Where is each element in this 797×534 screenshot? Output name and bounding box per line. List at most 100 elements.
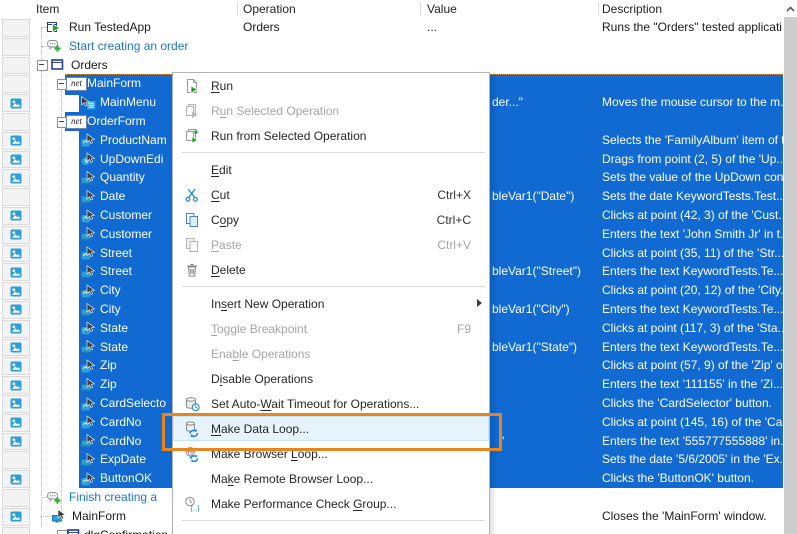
description-cell[interactable]: Enters the text KeywordTests.Te... [602,262,783,281]
value-cell[interactable]: bleVar1("Date") [492,187,574,206]
gutter-cell[interactable] [2,320,30,338]
gutter-cell[interactable] [2,414,30,432]
gutter-cell[interactable] [2,38,30,56]
column-header-description[interactable]: Description [602,0,662,18]
tree-item-cardno[interactable]: CardNo [100,432,141,451]
value-cell[interactable]: bleVar1("City") [492,300,570,319]
gutter-cell[interactable] [2,226,30,244]
gutter-cell[interactable] [2,132,30,150]
tree-item-city[interactable]: City [100,281,121,300]
description-cell[interactable]: Clicks at point (145, 16) of the 'Ca... [602,413,783,432]
description-cell[interactable]: Clicks at point (57, 9) of the 'Zip' o..… [602,356,783,375]
description-cell[interactable]: Runs the "Orders" tested applicati... [602,18,783,37]
value-cell[interactable]: bleVar1("State") [492,338,577,357]
tree-item-street[interactable]: Street [100,244,132,263]
description-cell[interactable]: Sets the value of the UpDown con... [602,168,783,187]
tree-item-orderform[interactable]: OrderForm [87,112,146,131]
tree-item-cardno[interactable]: CardNo [100,413,141,432]
column-header-operation[interactable]: Operation [243,0,296,18]
gutter-cell[interactable] [2,207,30,225]
description-cell[interactable]: Enters the text '555777555888' in... [602,432,783,451]
gutter-cell[interactable] [2,433,30,451]
description-cell[interactable]: Drags from point (2, 5) of the 'Up... [602,150,783,169]
menu-item-copy[interactable]: CopyCtrl+C [173,207,489,232]
gutter-cell[interactable] [2,263,30,281]
gutter-cell[interactable] [2,357,30,375]
expander-collapse-icon[interactable] [37,60,48,71]
column-divider[interactable] [598,2,599,16]
value-cell[interactable]: ... [427,18,437,37]
gutter-cell[interactable] [2,301,30,319]
vertical-scrollbar[interactable] [784,0,797,534]
tree-item-zip[interactable]: Zip [100,375,117,394]
gutter-cell[interactable] [2,57,30,75]
menu-item-toggle-breakpoint[interactable]: Toggle BreakpointF9 [173,316,489,341]
tree-item-state[interactable]: State [100,319,128,338]
value-cell[interactable]: bleVar1("Street") [492,262,581,281]
tree-item-customer[interactable]: Customer [100,225,152,244]
tree-item-start-creating-an-order[interactable]: Start creating an order [69,37,188,56]
menu-item-insert-new-operation[interactable]: Insert New Operation [173,291,489,316]
gutter-cell[interactable] [2,151,30,169]
gutter-cell[interactable] [2,113,30,131]
value-cell[interactable]: der..." [492,93,523,112]
description-cell[interactable]: Selects the 'FamilyAlbum' item of t... [602,131,783,150]
description-cell[interactable]: Clicks at point (35, 11) of the 'Str... [602,244,783,263]
menu-item-paste[interactable]: PasteCtrl+V [173,232,489,257]
tree-item-run-testedapp[interactable]: Run TestedApp [69,18,151,37]
description-cell[interactable]: Closes the 'MainForm' window. [602,507,783,526]
tree-item-productnam[interactable]: ProductNam [100,131,167,150]
gutter-cell[interactable] [2,245,30,263]
gutter-cell[interactable] [2,282,30,300]
description-cell[interactable]: Clicks at point (20, 12) of the 'City... [602,281,783,300]
description-cell[interactable]: Clicks the 'CardSelector' button. [602,394,783,413]
menu-item-delete[interactable]: Delete [173,257,489,282]
operation-cell[interactable]: Orders [243,18,280,37]
gutter-cell[interactable] [2,75,30,93]
gutter-cell[interactable] [2,489,30,507]
tree-item-mainform[interactable]: MainForm [87,74,141,93]
gutter-cell[interactable] [2,94,30,112]
gutter-cell[interactable] [2,376,30,394]
tree-item-quantity[interactable]: Quantity [100,168,145,187]
column-divider[interactable] [237,2,238,16]
column-header-value[interactable]: Value [427,0,457,18]
menu-item-run[interactable]: Run [173,73,489,98]
gutter-cell[interactable] [2,508,30,526]
tree-item-finish-creating-a[interactable]: Finish creating a [69,488,157,507]
description-cell[interactable]: Sets the date KeywordTests.Test... [602,187,783,206]
menu-item-make-performance-check-group[interactable]: {..}Make Performance Check Group... [173,491,489,516]
tree-item-mainform[interactable]: MainForm [72,507,126,526]
gutter-cell[interactable] [2,470,30,488]
tree-item-orders[interactable]: Orders [71,56,108,75]
menu-item-edit[interactable]: Edit [173,157,489,182]
tree-item-updownedi[interactable]: UpDownEdi [100,150,163,169]
tree-item-dlgconfirmation[interactable]: dlgConfirmation [84,526,168,534]
menu-item-enable-operations[interactable]: Enable Operations [173,341,489,366]
gutter-cell[interactable] [2,188,30,206]
tree-item-city[interactable]: City [100,300,121,319]
description-cell[interactable]: Moves the mouse cursor to the m... [602,93,783,112]
tree-item-customer[interactable]: Customer [100,206,152,225]
description-cell[interactable]: Enters the text KeywordTests.Te... [602,338,783,357]
menu-item-make-remote-browser-loop[interactable]: Make Remote Browser Loop... [173,466,489,491]
description-cell[interactable]: Clicks at point (117, 3) of the 'Sta... [602,319,783,338]
gutter-cell[interactable] [2,527,30,534]
description-cell[interactable]: Enters the text KeywordTests.Te... [602,300,783,319]
gutter-cell[interactable] [2,339,30,357]
tree-item-date[interactable]: Date [100,187,125,206]
gutter-cell[interactable] [2,395,30,413]
description-cell[interactable]: Sets the date '5/6/2005' in the 'Ex... [602,450,783,469]
tree-item-expdate[interactable]: ExpDate [100,450,146,469]
description-cell[interactable]: Clicks the 'ButtonOK' button. [602,469,783,488]
tree-item-street[interactable]: Street [100,262,132,281]
gutter-cell[interactable] [2,169,30,187]
menu-item-disable-operations[interactable]: Disable Operations [173,366,489,391]
tree-item-buttonok[interactable]: ButtonOK [100,469,152,488]
description-cell[interactable]: Enters the text '111155' in the 'Zi... [602,375,783,394]
description-cell[interactable]: Clicks at point (42, 3) of the 'Cust... [602,206,783,225]
gutter-cell[interactable] [2,19,30,37]
menu-item-run-selected-operation[interactable]: Run Selected Operation [173,98,489,123]
tree-item-mainmenu[interactable]: MainMenu [100,93,156,112]
tree-item-state[interactable]: State [100,338,128,357]
